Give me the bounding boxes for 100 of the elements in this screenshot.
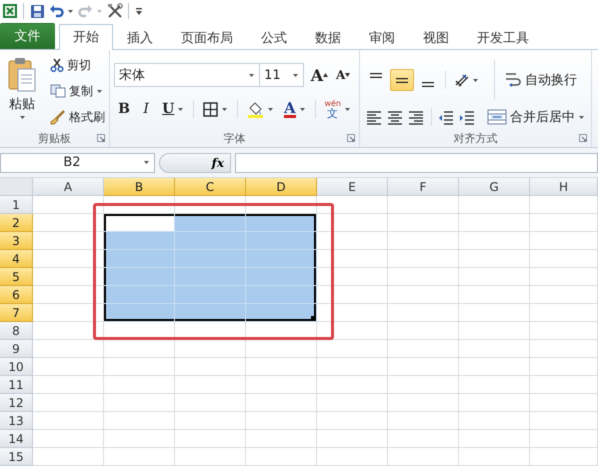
- column-header[interactable]: G: [459, 178, 530, 196]
- sheet-cell[interactable]: [530, 268, 598, 286]
- sheet-cell[interactable]: [175, 430, 246, 448]
- sheet-cell[interactable]: [33, 358, 104, 376]
- sheet-cell[interactable]: [317, 268, 388, 286]
- cut-button[interactable]: 剪切: [46, 54, 109, 76]
- sheet-cell[interactable]: [459, 214, 530, 232]
- row-header[interactable]: 13: [0, 412, 33, 430]
- sheet-cell[interactable]: [246, 412, 317, 430]
- file-tab[interactable]: 文件: [0, 23, 55, 49]
- sheet-cell[interactable]: [104, 448, 175, 466]
- undo-icon[interactable]: [49, 4, 64, 18]
- dialog-launcher-icon[interactable]: [347, 134, 355, 142]
- sheet-cell[interactable]: [317, 340, 388, 358]
- sheet-cell[interactable]: [104, 430, 175, 448]
- sheet-cell[interactable]: [246, 268, 317, 286]
- paste-button[interactable]: 粘贴: [4, 54, 40, 129]
- name-box[interactable]: B2: [0, 152, 155, 172]
- sheet-cell[interactable]: [104, 286, 175, 304]
- sheet-cell[interactable]: [459, 412, 530, 430]
- sheet-cell[interactable]: [530, 304, 598, 322]
- sheet-cell[interactable]: [388, 376, 459, 394]
- wrap-text-button[interactable]: 自动换行: [500, 69, 581, 91]
- sheet-cell[interactable]: [33, 448, 104, 466]
- sheet-cell[interactable]: [459, 394, 530, 412]
- format-painter-button[interactable]: 格式刷: [46, 106, 109, 128]
- sheet-cell[interactable]: [388, 340, 459, 358]
- column-header[interactable]: C: [175, 178, 246, 196]
- sheet-cell[interactable]: [246, 376, 317, 394]
- sheet-cell[interactable]: [388, 232, 459, 250]
- formula-input[interactable]: [235, 152, 598, 172]
- sheet-cell[interactable]: [104, 340, 175, 358]
- bold-button[interactable]: B: [114, 98, 134, 120]
- sheet-cell[interactable]: [246, 286, 317, 304]
- sheet-cell[interactable]: [388, 250, 459, 268]
- ribbon-tab[interactable]: 开发工具: [463, 26, 543, 50]
- row-header[interactable]: 10: [0, 358, 33, 376]
- sheet-cell[interactable]: [530, 448, 598, 466]
- sheet-cell[interactable]: [388, 196, 459, 214]
- sheet-cell[interactable]: [33, 196, 104, 214]
- sheet-cell[interactable]: [104, 394, 175, 412]
- sheet-cell[interactable]: [175, 250, 246, 268]
- sheet-cell[interactable]: [104, 232, 175, 250]
- sheet-cell[interactable]: [317, 232, 388, 250]
- sheet-cell[interactable]: [175, 304, 246, 322]
- sheet-cell[interactable]: [246, 340, 317, 358]
- decrease-indent-icon[interactable]: [438, 108, 454, 126]
- row-header[interactable]: 8: [0, 322, 33, 340]
- sheet-cell[interactable]: [388, 448, 459, 466]
- sheet-cell[interactable]: [104, 412, 175, 430]
- sheet-cell[interactable]: [530, 376, 598, 394]
- sheet-cell[interactable]: [175, 214, 246, 232]
- font-name-field[interactable]: 宋体: [114, 63, 260, 87]
- sheet-cell[interactable]: [388, 268, 459, 286]
- ribbon-tab[interactable]: 页面布局: [167, 26, 247, 50]
- align-left-icon[interactable]: [364, 108, 383, 126]
- sheet-cell[interactable]: [317, 448, 388, 466]
- sheet-cell[interactable]: [459, 322, 530, 340]
- column-header[interactable]: D: [246, 178, 317, 196]
- sheet-cell[interactable]: [530, 250, 598, 268]
- save-icon[interactable]: [30, 4, 45, 18]
- underline-button[interactable]: U: [158, 98, 188, 120]
- sheet-cell[interactable]: [459, 304, 530, 322]
- sheet-cell[interactable]: [33, 430, 104, 448]
- sheet-cell[interactable]: [33, 304, 104, 322]
- phonetic-guide-button[interactable]: wén 文: [320, 97, 356, 121]
- row-header[interactable]: 6: [0, 286, 33, 304]
- sheet-cell[interactable]: [388, 430, 459, 448]
- sheet-cell[interactable]: [388, 412, 459, 430]
- sheet-cell[interactable]: [530, 322, 598, 340]
- sheet-cell[interactable]: [388, 286, 459, 304]
- row-header[interactable]: 15: [0, 448, 33, 466]
- sheet-cell[interactable]: [246, 394, 317, 412]
- sheet-cell[interactable]: [317, 376, 388, 394]
- sheet-cell[interactable]: [459, 430, 530, 448]
- ribbon-tab[interactable]: 插入: [113, 26, 167, 50]
- row-header[interactable]: 1: [0, 196, 33, 214]
- sheet-cell[interactable]: [317, 430, 388, 448]
- dialog-launcher-icon[interactable]: [97, 134, 105, 142]
- sheet-cell[interactable]: [530, 232, 598, 250]
- sheet-cell[interactable]: [459, 286, 530, 304]
- sheet-cell[interactable]: [33, 250, 104, 268]
- sheet-cell[interactable]: [317, 358, 388, 376]
- fill-handle[interactable]: [311, 316, 316, 321]
- sheet-cell[interactable]: [246, 214, 317, 232]
- sheet-cell[interactable]: [530, 214, 598, 232]
- align-right-icon[interactable]: [407, 108, 426, 126]
- sheet-cell[interactable]: [530, 394, 598, 412]
- sheet-cell[interactable]: [175, 412, 246, 430]
- sheet-cell[interactable]: [104, 268, 175, 286]
- sheet-cell[interactable]: [33, 340, 104, 358]
- tools-icon[interactable]: [107, 3, 123, 19]
- spreadsheet-icon[interactable]: [2, 3, 18, 19]
- sheet-cell[interactable]: [530, 286, 598, 304]
- sheet-cell[interactable]: [317, 394, 388, 412]
- sheet-cell[interactable]: [33, 394, 104, 412]
- align-center-icon[interactable]: [386, 108, 404, 126]
- sheet-cell[interactable]: [317, 286, 388, 304]
- sheet-cell[interactable]: [246, 304, 317, 322]
- sheet-cell[interactable]: [317, 250, 388, 268]
